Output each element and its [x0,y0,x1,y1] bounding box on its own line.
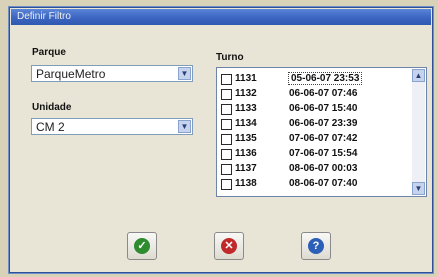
check-circle-icon: ✓ [134,238,150,254]
turno-label: Turno [216,52,244,63]
unidade-select-value: CM 2 [36,120,65,134]
row-checkbox[interactable] [221,104,232,115]
list-item[interactable]: 1134 06-06-07 23:39 [221,118,411,131]
unidade-label: Unidade [32,102,72,113]
scroll-up-icon[interactable]: ▲ [412,69,425,82]
define-filter-dialog: Definir Filtro Parque ParqueMetro ▼ Unid… [8,6,434,274]
chevron-down-icon[interactable]: ▼ [178,67,191,80]
row-checkbox[interactable] [221,89,232,100]
row-checkbox[interactable] [221,134,232,145]
list-item[interactable]: 1138 08-06-07 07:40 [221,178,411,191]
list-item[interactable]: 1135 07-06-07 07:42 [221,133,411,146]
list-item[interactable]: 1136 07-06-07 15:54 [221,148,411,161]
row-checkbox[interactable] [221,179,232,190]
cross-circle-icon: ✕ [221,238,237,254]
cancel-button[interactable]: ✕ [214,232,244,260]
dialog-titlebar: Definir Filtro [11,9,431,25]
question-circle-icon: ? [308,238,324,254]
help-button[interactable]: ? [301,232,331,260]
chevron-down-icon[interactable]: ▼ [178,120,191,133]
row-checkbox[interactable] [221,119,232,130]
list-item[interactable]: 1132 06-06-07 07:46 [221,88,411,101]
parque-select[interactable]: ParqueMetro ▼ [31,65,193,82]
list-item[interactable]: 1131 05-06-07 23:53 [221,72,411,86]
turno-listbox[interactable]: 1131 05-06-07 23:53 1132 06-06-07 07:46 … [216,67,427,197]
row-checkbox[interactable] [221,149,232,160]
unidade-select[interactable]: CM 2 ▼ [31,118,193,135]
row-checkbox[interactable] [221,164,232,175]
list-item[interactable]: 1133 06-06-07 15:40 [221,103,411,116]
parque-select-value: ParqueMetro [36,67,106,81]
scroll-down-icon[interactable]: ▼ [412,182,425,195]
list-item[interactable]: 1137 08-06-07 00:03 [221,163,411,176]
parque-label: Parque [32,47,66,58]
list-scrollbar[interactable]: ▲ ▼ [412,69,425,195]
ok-button[interactable]: ✓ [127,232,157,260]
row-checkbox[interactable] [221,74,232,85]
